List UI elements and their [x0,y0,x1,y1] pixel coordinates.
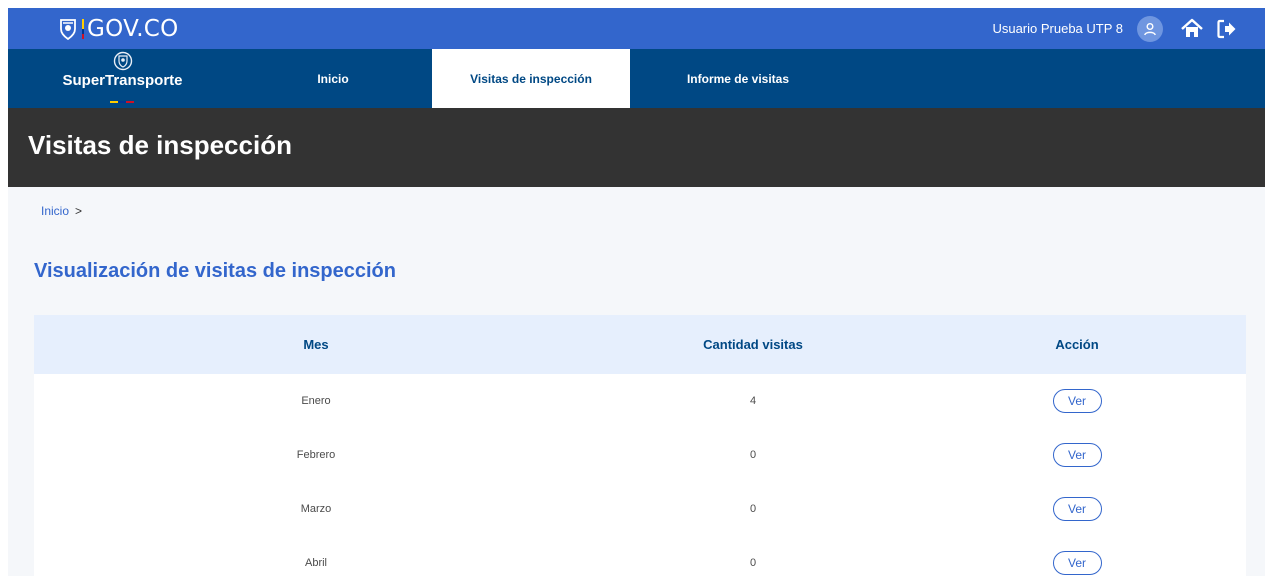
page-header: Visitas de inspección [8,108,1265,187]
user-area: Usuario Prueba UTP 8 [992,8,1237,49]
cell-count: 0 [749,503,757,515]
section-title: Visualización de visitas de inspección [34,260,396,282]
cell-month: Marzo [300,503,332,515]
logout-icon[interactable] [1217,19,1237,39]
table-header: Mes Cantidad visitas Acción [34,315,1246,374]
cell-count: 0 [749,449,757,461]
header-cantidad-visitas: Cantidad visitas [703,337,803,352]
ver-button[interactable]: Ver [1052,389,1102,413]
cell-count: 0 [749,557,757,569]
home-icon[interactable] [1181,18,1203,40]
table-row: Marzo 0 Ver [34,482,1246,536]
gov-bar: GOV.CO Usuario Prueba UTP 8 [8,8,1265,49]
breadcrumb-inicio-link[interactable]: Inicio [41,204,69,218]
header-accion: Acción [1055,337,1099,352]
breadcrumb: Inicio > [41,204,82,218]
gov-co-text: GOV.CO [87,16,179,42]
table-row: Abril 0 Ver [34,536,1246,576]
gov-co-logo[interactable]: GOV.CO [58,14,179,44]
breadcrumb-separator: > [75,204,83,218]
colombia-shield-icon [60,19,76,40]
ver-button[interactable]: Ver [1052,551,1102,575]
user-icon[interactable] [1137,15,1163,42]
ver-button[interactable]: Ver [1052,443,1102,467]
user-name: Usuario Prueba UTP 8 [992,21,1123,36]
flag-separator [82,19,84,39]
nav-item-visitas-de-inspeccion[interactable]: Visitas de inspección [432,49,630,108]
nav-item-informe-de-visitas[interactable]: Informe de visitas [658,49,818,108]
supertransporte-logo[interactable]: SuperTransporte [60,51,185,105]
cell-count: 4 [749,395,757,407]
brand-shield-icon [113,51,132,71]
brand-name: SuperTransporte [62,72,183,89]
header-mes: Mes [303,337,329,352]
page-title: Visitas de inspección [28,130,292,160]
nav-item-inicio[interactable]: Inicio [276,49,390,108]
visits-table: Mes Cantidad visitas Acción Enero 4 Ver … [34,315,1246,576]
table-row: Enero 4 Ver [34,374,1246,428]
app-frame: GOV.CO Usuario Prueba UTP 8 SuperTranspo… [8,8,1265,576]
main-navbar: SuperTransporte Inicio Visitas de inspec… [8,49,1265,108]
table-row: Febrero 0 Ver [34,428,1246,482]
ver-button[interactable]: Ver [1052,497,1102,521]
brand-flag [110,101,134,103]
cell-month: Enero [301,395,331,407]
cell-month: Febrero [296,449,336,461]
cell-month: Abril [304,557,327,569]
